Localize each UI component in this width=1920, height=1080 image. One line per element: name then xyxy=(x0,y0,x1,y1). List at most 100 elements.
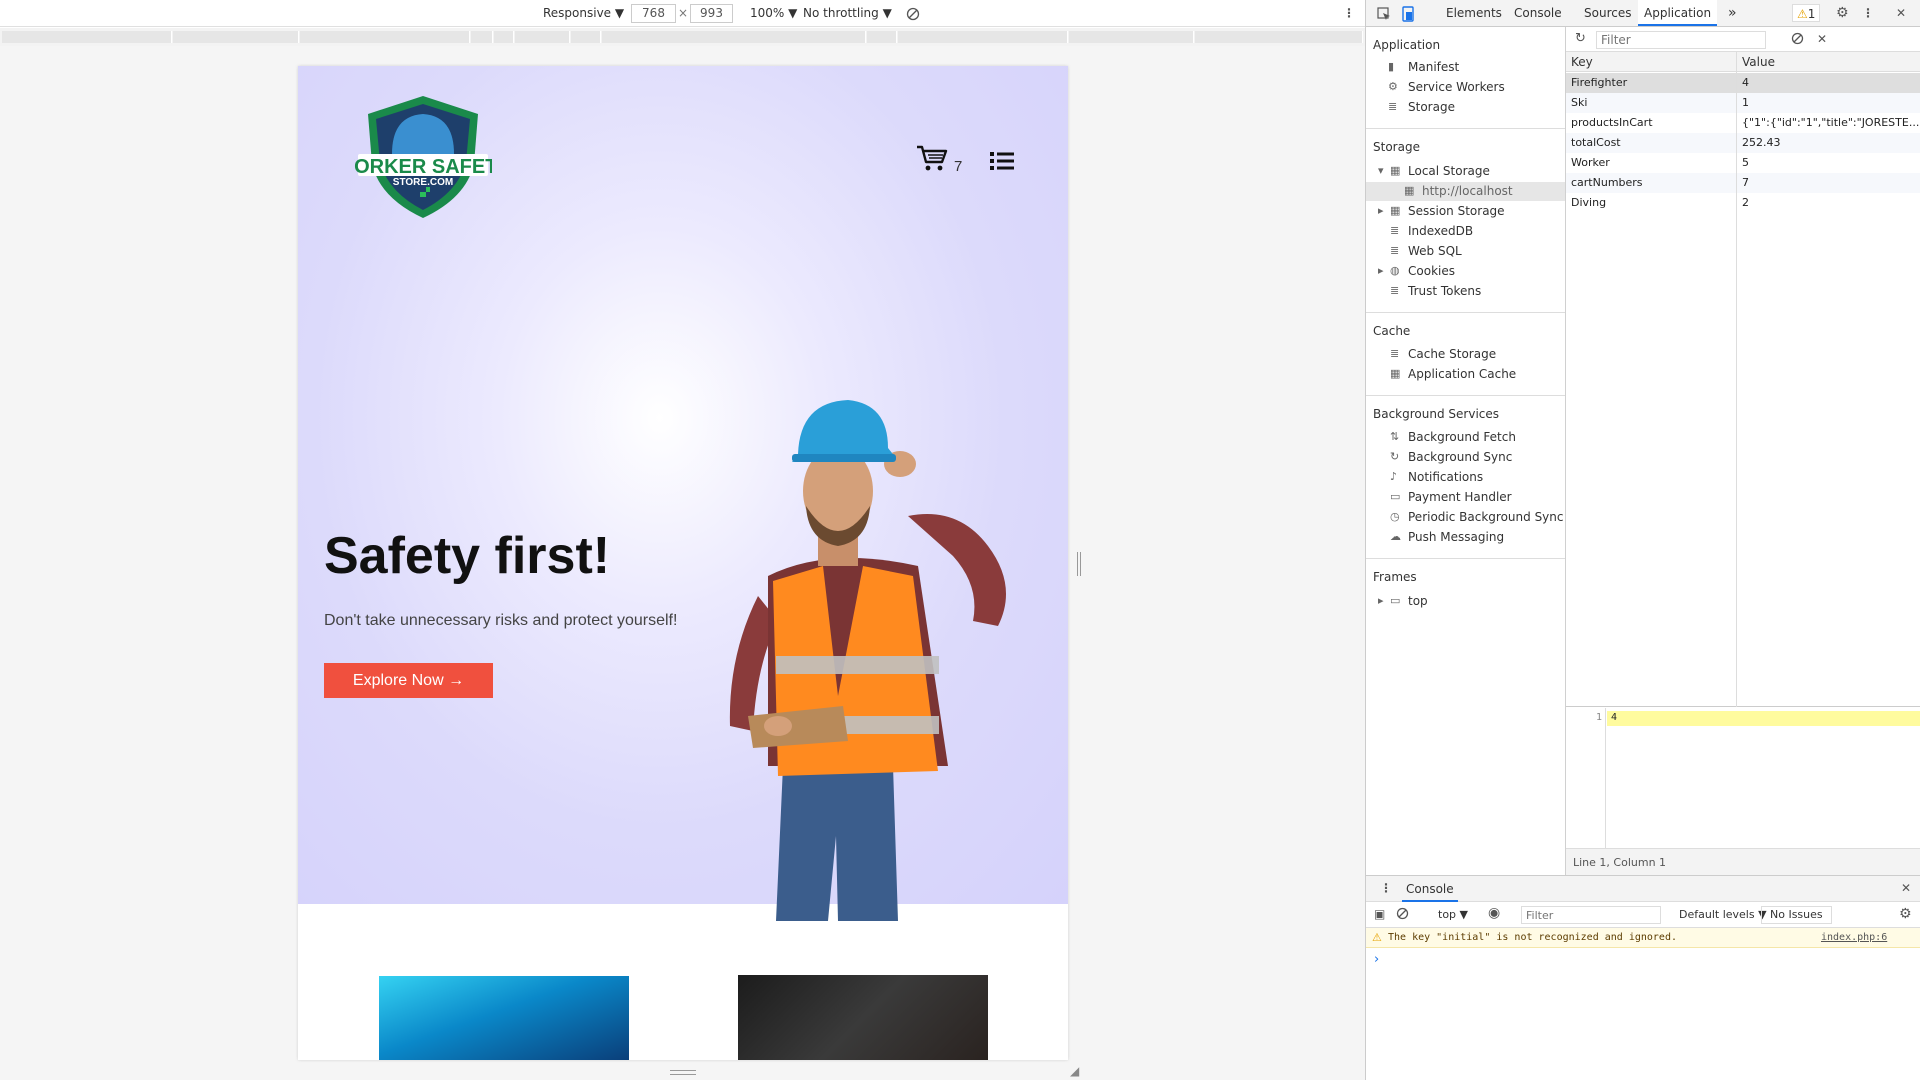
eye-icon[interactable]: ◉ xyxy=(1488,905,1500,921)
tab-application[interactable]: Application xyxy=(1638,0,1718,26)
row-key: Firefighter xyxy=(1571,76,1628,89)
worker-safety-logo[interactable]: STORE.COM WORKER SAFETY xyxy=(335,92,511,222)
context-select[interactable]: top ▼ xyxy=(1438,908,1468,921)
hero-section: STORE.COM WORKER SAFETY 7 Safety first! … xyxy=(298,66,1068,921)
sidebar-item-payment-handler[interactable]: Payment Handler xyxy=(1408,490,1512,504)
explore-now-button[interactable]: Explore Now → xyxy=(324,663,493,698)
drawer-header: ⋮ Console ✕ xyxy=(1366,876,1920,902)
sidebar-item-application-cache[interactable]: Application Cache xyxy=(1408,367,1516,381)
console-settings-icon[interactable]: ⚙ xyxy=(1899,906,1912,922)
viewport-side-resize-handle[interactable] xyxy=(1077,552,1081,576)
background-services-header: Background Services xyxy=(1373,407,1500,421)
tab-console[interactable]: Console xyxy=(1514,0,1562,27)
menu-list-icon[interactable] xyxy=(990,152,1014,173)
storage-view: ↻ ✕ Key Value Firefighter 4 Ski 1 productsIn… xyxy=(1566,27,1920,875)
device-select[interactable]: Responsive ▼ xyxy=(543,0,624,27)
rotate-icon[interactable] xyxy=(906,0,920,27)
storage-toolbar: ↻ ✕ xyxy=(1566,27,1920,52)
row-key: Ski xyxy=(1571,96,1588,109)
row-key: totalCost xyxy=(1571,136,1621,149)
sidebar-item-notifications[interactable]: Notifications xyxy=(1408,470,1483,484)
cloud-icon: ☁ xyxy=(1390,530,1401,543)
collapse-arrow-icon[interactable]: ▸ xyxy=(1378,264,1384,277)
sidebar-item-top-frame[interactable]: top xyxy=(1408,594,1428,608)
table-row[interactable]: cartNumbers 7 xyxy=(1566,173,1920,193)
more-tabs-icon[interactable]: » xyxy=(1728,0,1737,27)
sidebar-item-web-sql[interactable]: Web SQL xyxy=(1408,244,1462,258)
delete-selected-icon[interactable]: ✕ xyxy=(1817,32,1827,46)
tab-console-drawer[interactable]: Console xyxy=(1402,876,1458,902)
devtools-menu-icon[interactable]: ⋮ xyxy=(1862,0,1874,27)
table-row[interactable]: Ski 1 xyxy=(1566,93,1920,113)
zoom-select[interactable]: 100% ▼ xyxy=(750,0,797,27)
tab-sources[interactable]: Sources xyxy=(1584,0,1631,27)
throttle-select[interactable]: No throttling ▼ xyxy=(803,0,892,27)
more-options-icon[interactable]: ⋮ xyxy=(1343,0,1355,27)
issues-button[interactable]: No Issues xyxy=(1761,906,1832,924)
database-icon: ≣ xyxy=(1388,100,1398,113)
close-devtools-icon[interactable]: ✕ xyxy=(1896,0,1906,27)
updown-arrows-icon: ⇅ xyxy=(1390,430,1400,443)
media-query-bar[interactable] xyxy=(0,28,1365,46)
sidebar-item-background-sync[interactable]: Background Sync xyxy=(1408,450,1512,464)
row-key: productsInCart xyxy=(1571,116,1653,129)
column-header-value[interactable]: Value xyxy=(1737,52,1920,72)
device-toggle-icon[interactable] xyxy=(1401,0,1415,27)
frames-section-header: Frames xyxy=(1373,570,1417,584)
sidebar-item-session-storage[interactable]: Session Storage xyxy=(1408,204,1505,218)
width-input[interactable]: 768 xyxy=(631,4,676,23)
console-filter-input[interactable] xyxy=(1521,906,1661,924)
table-row[interactable]: Diving 2 xyxy=(1566,193,1920,213)
clear-console-icon[interactable] xyxy=(1396,907,1409,923)
column-header-key[interactable]: Key xyxy=(1566,52,1736,72)
refresh-icon[interactable]: ↻ xyxy=(1575,31,1586,46)
sidebar-item-indexeddb[interactable]: IndexedDB xyxy=(1408,224,1473,238)
drawer-menu-icon[interactable]: ⋮ xyxy=(1380,881,1392,895)
cache-section-header: Cache xyxy=(1373,324,1411,338)
close-drawer-icon[interactable]: ✕ xyxy=(1901,881,1911,895)
viewport-corner-resize-handle[interactable]: ◢ xyxy=(1070,1064,1079,1078)
bell-icon: ♪ xyxy=(1390,470,1398,483)
console-prompt[interactable]: › xyxy=(1374,952,1379,967)
application-sidebar: Application ▮ Manifest ⚙ Service Workers… xyxy=(1366,27,1566,875)
tab-elements[interactable]: Elements xyxy=(1446,0,1502,27)
sidebar-item-service-workers[interactable]: Service Workers xyxy=(1408,80,1505,94)
levels-select[interactable]: Default levels ▼ xyxy=(1679,908,1767,921)
database-icon: ≣ xyxy=(1390,244,1400,257)
worker-product-image[interactable] xyxy=(738,975,988,1060)
sidebar-item-localhost[interactable]: http://localhost xyxy=(1422,184,1513,198)
row-value: 2 xyxy=(1742,196,1749,209)
table-row[interactable]: Firefighter 4 xyxy=(1566,73,1920,93)
clear-all-icon[interactable] xyxy=(1791,32,1804,48)
sidebar-item-local-storage[interactable]: Local Storage xyxy=(1408,164,1490,178)
diving-product-image[interactable] xyxy=(379,976,629,1060)
inspect-element-icon[interactable] xyxy=(1377,0,1391,27)
sidebar-toggle-icon[interactable]: ▣ xyxy=(1374,907,1385,921)
sidebar-item-trust-tokens[interactable]: Trust Tokens xyxy=(1408,284,1481,298)
sidebar-item-manifest[interactable]: Manifest xyxy=(1408,60,1459,74)
settings-gear-icon[interactable]: ⚙ xyxy=(1836,0,1849,27)
collapse-arrow-icon[interactable]: ▸ xyxy=(1378,594,1384,607)
warnings-counter[interactable]: ⚠1 xyxy=(1792,4,1821,22)
expand-arrow-icon[interactable]: ▾ xyxy=(1378,164,1384,177)
dimension-separator: × xyxy=(678,6,689,20)
collapse-arrow-icon[interactable]: ▸ xyxy=(1378,204,1384,217)
sidebar-item-storage[interactable]: Storage xyxy=(1408,100,1455,114)
sidebar-item-push-messaging[interactable]: Push Messaging xyxy=(1408,530,1504,544)
sidebar-item-periodic-background-sync[interactable]: Periodic Background Sync xyxy=(1408,510,1564,524)
table-row[interactable]: totalCost 252.43 xyxy=(1566,133,1920,153)
cart-icon[interactable] xyxy=(916,144,948,175)
sync-icon: ↻ xyxy=(1390,450,1400,463)
sidebar-item-cache-storage[interactable]: Cache Storage xyxy=(1408,347,1496,361)
height-input[interactable]: 993 xyxy=(690,4,733,23)
table-row[interactable]: Worker 5 xyxy=(1566,153,1920,173)
storage-filter-input[interactable] xyxy=(1596,31,1766,49)
sidebar-item-background-fetch[interactable]: Background Fetch xyxy=(1408,430,1516,444)
application-section-header: Application xyxy=(1373,38,1441,52)
viewport-bottom-resize-handle[interactable] xyxy=(670,1070,696,1075)
sidebar-item-cookies[interactable]: Cookies xyxy=(1408,264,1455,278)
warning-source-link[interactable]: index.php:6 xyxy=(1821,932,1887,943)
table-row[interactable]: productsInCart {"1":{"id":"1","title":"JO… xyxy=(1566,113,1920,133)
table-icon: ▦ xyxy=(1390,204,1401,217)
database-icon: ≣ xyxy=(1390,284,1400,297)
